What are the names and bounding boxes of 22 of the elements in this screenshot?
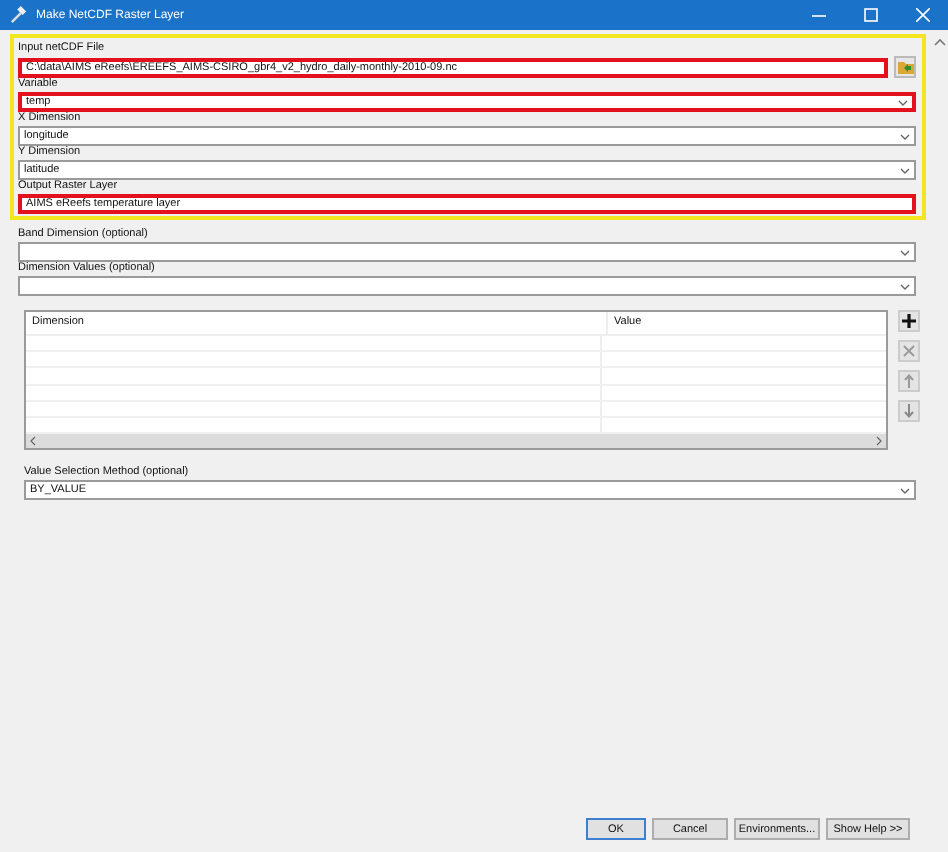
x-icon <box>902 344 916 358</box>
chevron-down-icon <box>900 283 910 289</box>
remove-button[interactable] <box>898 340 920 362</box>
horizontal-scrollbar[interactable] <box>26 434 886 448</box>
move-down-button[interactable] <box>898 400 920 422</box>
folder-icon <box>897 60 913 74</box>
chevron-down-icon <box>900 133 910 139</box>
up-arrow-icon <box>902 374 916 388</box>
move-up-button[interactable] <box>898 370 920 392</box>
dropdown-field[interactable] <box>18 242 916 262</box>
browse-button[interactable] <box>894 56 916 78</box>
chevron-down-icon <box>900 249 910 255</box>
chevron-down-icon <box>900 167 910 173</box>
hammer-icon <box>10 6 28 24</box>
maximize-icon[interactable] <box>863 8 877 22</box>
chevron-down-icon <box>898 99 908 105</box>
chevron-down-icon <box>900 487 910 493</box>
close-icon[interactable] <box>915 8 929 22</box>
plus-icon <box>902 314 916 328</box>
down-arrow-icon <box>902 404 916 418</box>
add-button[interactable] <box>898 310 920 332</box>
dropdown-field[interactable] <box>18 276 916 296</box>
